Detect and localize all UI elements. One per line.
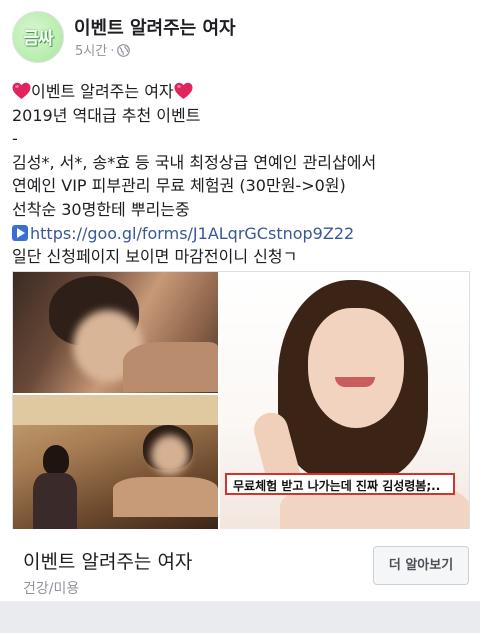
meta-separator: ·: [110, 44, 115, 59]
feed-divider: [0, 601, 480, 633]
ad-footer[interactable]: 이벤트 알려주는 여자 건강/미용 더 알아보기: [0, 529, 480, 601]
heart-icon: [12, 82, 31, 107]
post-link[interactable]: https://goo.gl/forms/J1ALqrGCstnop9Z22: [30, 224, 354, 243]
post-line-4: 김성*, 서*, 송*효 등 국내 최정상급 연예인 관리샵에서: [12, 152, 377, 172]
footer-title[interactable]: 이벤트 알려주는 여자: [23, 547, 192, 574]
post-header: 금싸 이벤트 알려주는 여자 5시간 ·: [0, 0, 480, 66]
post-line-8: 일단 신청페이지 보이면 마감전이니 신청ㄱ: [12, 247, 298, 267]
post-link-line: https://goo.gl/forms/J1ALqrGCstnop9Z22: [12, 222, 468, 246]
spa-photo-top: [13, 272, 218, 393]
post-line-6: 선착순 30명한테 뿌리는중: [12, 199, 190, 219]
post-line-1: 이벤트 알려주는 여자: [12, 80, 468, 104]
globe-icon: [117, 44, 131, 61]
post-line-3: -: [12, 129, 18, 149]
avatar-logo-text: 금싸: [23, 29, 53, 49]
post-line-2: 2019년 역대급 추천 이벤트: [12, 105, 201, 125]
page-name-link[interactable]: 이벤트 알려주는 여자: [74, 14, 236, 40]
learn-more-button[interactable]: 더 알아보기: [373, 546, 469, 585]
footer-category: 건강/미용: [23, 581, 80, 597]
heart-icon: [174, 82, 193, 107]
post-headline: 이벤트 알려주는 여자: [31, 82, 174, 101]
post-text: 이벤트 알려주는 여자 2019년 역대급 추천 이벤트 - 김성*, 서*, …: [12, 80, 468, 269]
post-line-5: 연예인 VIP 피부관리 무료 체험권 (30만원->0원): [12, 176, 346, 196]
play-icon: [12, 224, 28, 241]
page-avatar[interactable]: 금싸: [12, 11, 64, 63]
post-timestamp[interactable]: 5시간: [75, 44, 107, 59]
image-caption: 무료체험 받고 나가는데 진짜 김성령봄;..: [225, 473, 455, 495]
spa-photo-bottom: [13, 395, 218, 529]
post-meta: 5시간 ·: [75, 40, 131, 61]
